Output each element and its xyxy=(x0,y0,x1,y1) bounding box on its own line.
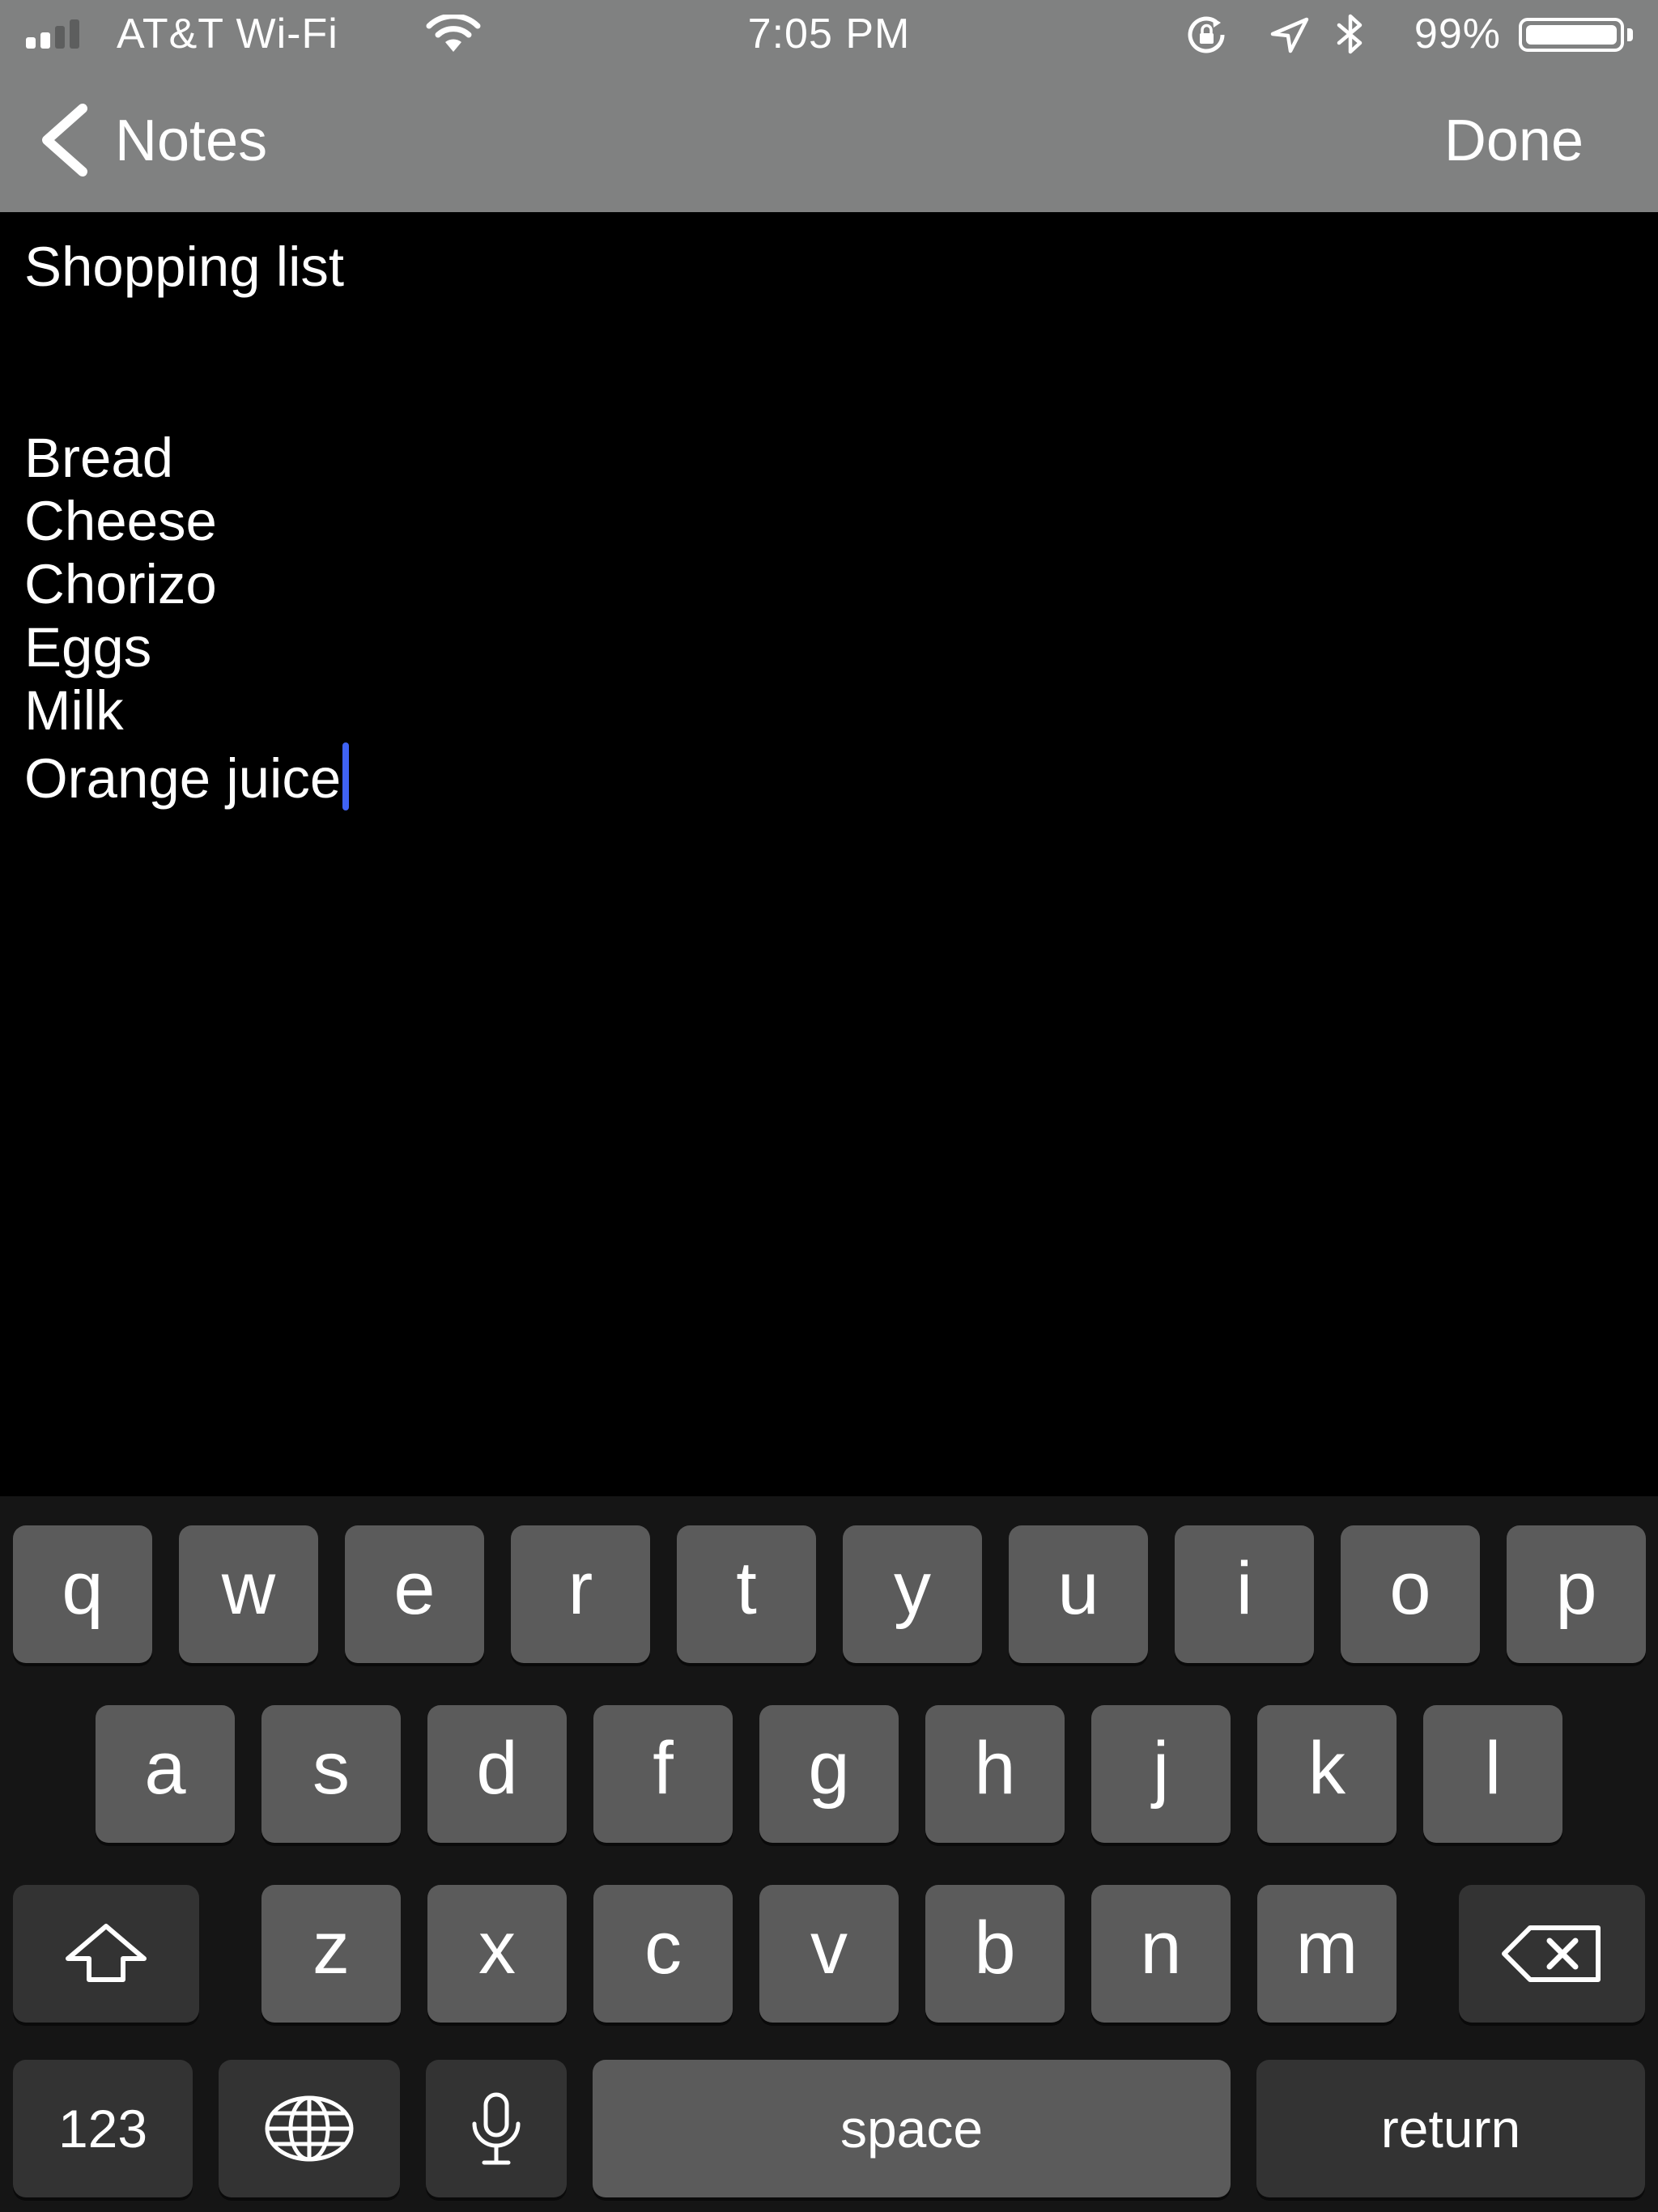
globe-key[interactable] xyxy=(219,2060,400,2197)
key-label: e xyxy=(393,1547,436,1630)
key-label: y xyxy=(894,1547,931,1630)
key-l[interactable]: l xyxy=(1423,1705,1562,1843)
key-k[interactable]: k xyxy=(1257,1705,1397,1843)
delete-key[interactable] xyxy=(1459,1885,1645,2023)
key-q[interactable]: q xyxy=(13,1525,152,1663)
key-u[interactable]: u xyxy=(1009,1525,1148,1663)
status-time: 7:05 PM xyxy=(747,11,911,57)
key-a[interactable]: a xyxy=(96,1705,235,1843)
back-button-label: Notes xyxy=(115,108,268,173)
note-line: Chorizo xyxy=(24,553,217,615)
orientation-lock-icon xyxy=(1184,16,1232,57)
key-label: 123 xyxy=(57,2099,148,2159)
key-label: r xyxy=(568,1547,593,1630)
key-w[interactable]: w xyxy=(179,1525,318,1663)
status-bar: AT&T Wi-Fi 7:05 PM 99% xyxy=(0,0,1658,68)
key-p[interactable]: p xyxy=(1507,1525,1646,1663)
key-r[interactable]: r xyxy=(511,1525,650,1663)
key-g[interactable]: g xyxy=(759,1705,899,1843)
location-icon xyxy=(1268,16,1310,57)
key-label: s xyxy=(312,1727,350,1810)
numbers-key[interactable]: 123 xyxy=(13,2060,193,2197)
key-label: v xyxy=(810,1907,848,1989)
key-h[interactable]: h xyxy=(925,1705,1065,1843)
key-label: j xyxy=(1152,1727,1170,1810)
note-line: Milk xyxy=(24,679,124,742)
key-m[interactable]: m xyxy=(1257,1885,1397,2023)
nav-bar: Notes Done xyxy=(0,68,1658,212)
key-label: b xyxy=(974,1907,1016,1989)
chevron-left-icon xyxy=(36,104,92,181)
key-label: n xyxy=(1140,1907,1182,1989)
key-n[interactable]: n xyxy=(1091,1885,1231,2023)
done-button[interactable]: Done xyxy=(1444,100,1584,181)
key-label: d xyxy=(476,1727,518,1810)
key-label: a xyxy=(144,1727,186,1810)
text-caret xyxy=(342,742,350,810)
key-label: p xyxy=(1555,1547,1597,1630)
space-key[interactable]: space xyxy=(593,2060,1231,2197)
key-f[interactable]: f xyxy=(593,1705,733,1843)
key-label: w xyxy=(221,1547,276,1630)
key-label: h xyxy=(974,1727,1016,1810)
note-line-last: Orange juice xyxy=(24,742,350,810)
note-line-text: Orange juice xyxy=(24,747,342,810)
key-label: g xyxy=(808,1727,850,1810)
key-d[interactable]: d xyxy=(427,1705,567,1843)
key-i[interactable]: i xyxy=(1175,1525,1314,1663)
key-o[interactable]: o xyxy=(1341,1525,1480,1663)
key-z[interactable]: z xyxy=(261,1885,401,2023)
shift-key[interactable] xyxy=(13,1885,199,2023)
back-button[interactable]: Notes xyxy=(36,100,327,181)
key-label: z xyxy=(312,1907,350,1989)
key-label: q xyxy=(62,1547,104,1630)
key-label: f xyxy=(653,1727,674,1810)
bluetooth-icon xyxy=(1334,13,1367,59)
note-line: Eggs xyxy=(24,616,152,678)
key-label: m xyxy=(1295,1907,1358,1989)
key-label: c xyxy=(644,1907,682,1989)
note-line: Bread xyxy=(24,427,174,489)
key-y[interactable]: y xyxy=(843,1525,982,1663)
key-label: x xyxy=(478,1907,516,1989)
key-x[interactable]: x xyxy=(427,1885,567,2023)
key-label: l xyxy=(1484,1727,1502,1810)
key-b[interactable]: b xyxy=(925,1885,1065,2023)
note-editor[interactable]: Shopping list Bread Cheese Chorizo Eggs … xyxy=(0,212,1658,1496)
keyboard: q w e r t y u i o p a s d f g h j k l z … xyxy=(0,1496,1658,2212)
note-line: Cheese xyxy=(24,490,217,552)
key-label: i xyxy=(1235,1547,1253,1630)
key-t[interactable]: t xyxy=(677,1525,816,1663)
return-key[interactable]: return xyxy=(1256,2060,1645,2197)
key-label: return xyxy=(1380,2099,1521,2159)
microphone-key[interactable] xyxy=(426,2060,567,2197)
key-label: k xyxy=(1308,1727,1346,1810)
key-c[interactable]: c xyxy=(593,1885,733,2023)
key-e[interactable]: e xyxy=(345,1525,484,1663)
key-label: t xyxy=(736,1547,757,1630)
key-j[interactable]: j xyxy=(1091,1705,1231,1843)
key-label: space xyxy=(840,2099,984,2159)
key-label: o xyxy=(1389,1547,1431,1630)
battery-percent: 99% xyxy=(1414,11,1501,57)
note-title: Shopping list xyxy=(24,236,345,298)
key-s[interactable]: s xyxy=(261,1705,401,1843)
key-v[interactable]: v xyxy=(759,1885,899,2023)
key-label: u xyxy=(1057,1547,1099,1630)
